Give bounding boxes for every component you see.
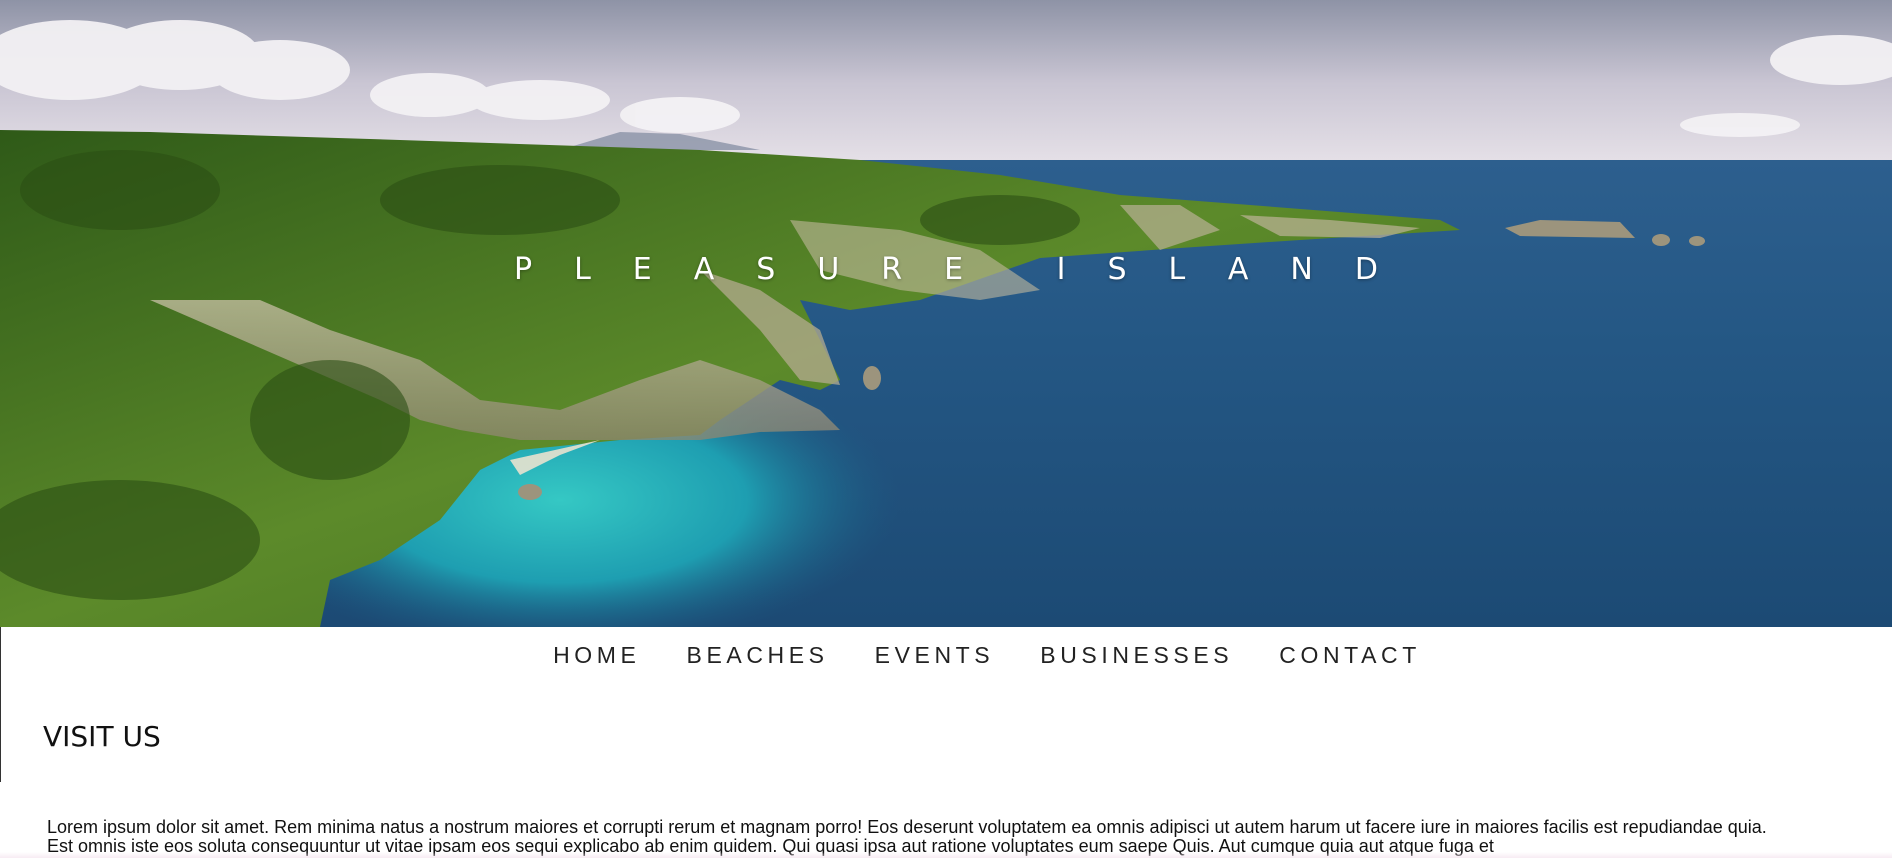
hero-landscape-image [0, 0, 1892, 627]
nav-item-events[interactable]: EVENTS [875, 642, 995, 669]
nav-item-beaches[interactable]: BEACHES [687, 642, 829, 669]
nav-item-contact[interactable]: CONTACT [1279, 642, 1421, 669]
hero-banner: PLEASURE ISLAND [0, 0, 1892, 627]
bottom-fade [0, 852, 1892, 858]
section-heading: VISIT US [43, 720, 161, 753]
section-body-text: Lorem ipsum dolor sit amet. Rem minima n… [47, 817, 1767, 856]
nav-item-home[interactable]: HOME [553, 642, 640, 669]
site-title: PLEASURE ISLAND [514, 252, 1420, 287]
left-border-line [0, 627, 1, 782]
nav-item-businesses[interactable]: BUSINESSES [1040, 642, 1233, 669]
main-navigation: HOME BEACHES EVENTS BUSINESSES CONTACT [0, 627, 1892, 683]
